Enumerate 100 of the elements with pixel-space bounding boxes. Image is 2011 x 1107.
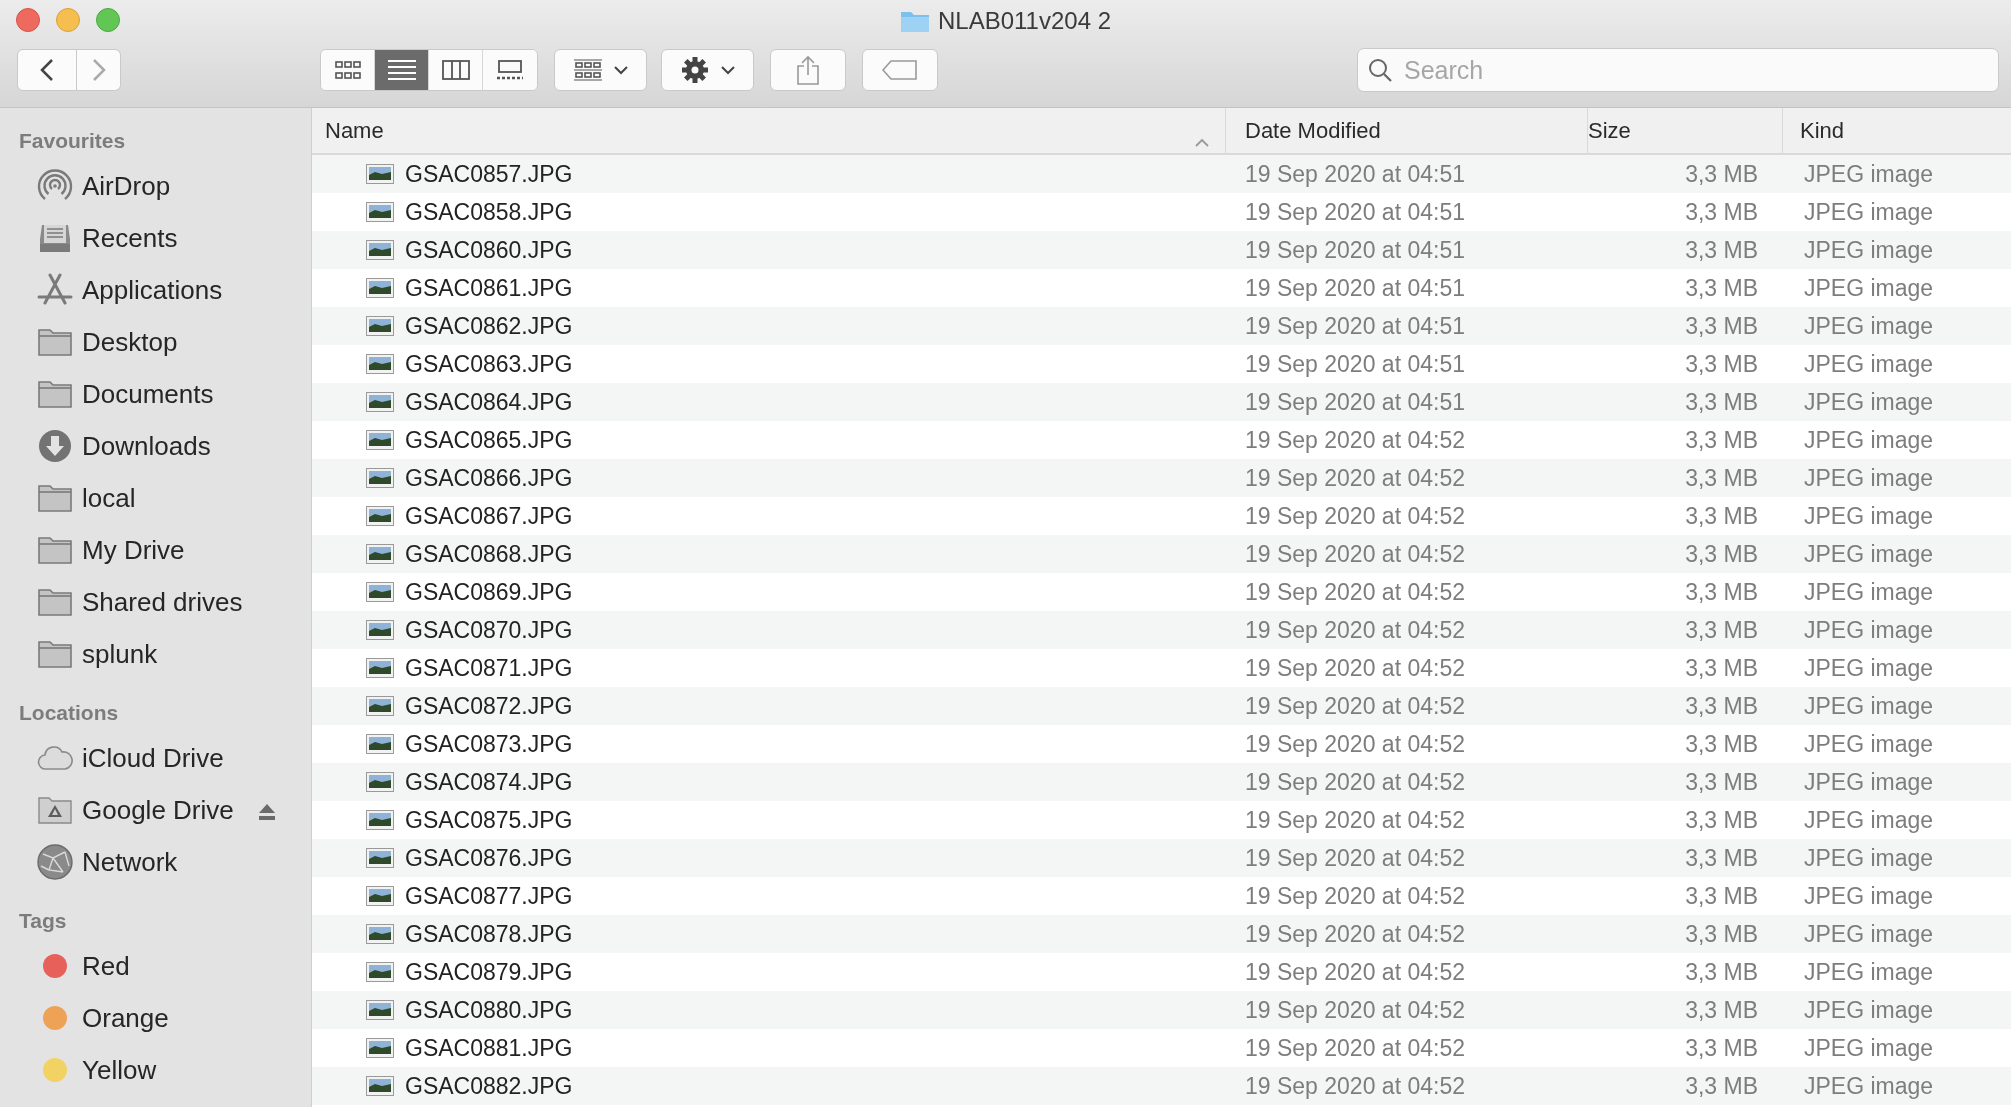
column-header[interactable]: Size	[1588, 108, 1783, 153]
chevron-left-icon	[40, 58, 54, 82]
file-name[interactable]: GSAC0879.JPG	[405, 954, 573, 990]
search-field[interactable]: Search	[1357, 48, 1999, 92]
file-name[interactable]: GSAC0862.JPG	[405, 308, 573, 344]
column-header[interactable]: Kind	[1783, 108, 2011, 153]
sort-caret-icon[interactable]	[1195, 137, 1209, 147]
folder-icon	[38, 328, 72, 356]
table-cell-text: JPEG image	[1804, 1033, 1934, 1063]
file-name[interactable]: GSAC0869.JPG	[405, 574, 573, 610]
file-name[interactable]: GSAC0870.JPG	[405, 612, 573, 648]
file-name[interactable]: GSAC0868.JPG	[405, 536, 573, 572]
image-file-icon	[366, 354, 394, 374]
eject-icon[interactable]	[257, 802, 276, 821]
sidebar-item[interactable]: Network	[82, 842, 178, 882]
file-name[interactable]: GSAC0861.JPG	[405, 270, 573, 306]
group-button[interactable]	[554, 49, 647, 91]
table-cell-text: 3,3 MB	[1685, 919, 1758, 949]
table-cell-text: 19 Sep 2020 at 04:52	[1245, 425, 1465, 455]
table-cell-text: 19 Sep 2020 at 04:52	[1245, 539, 1465, 569]
table-cell-text: 19 Sep 2020 at 04:51	[1245, 159, 1465, 189]
tray-icon	[38, 222, 72, 254]
table-cell-text: JPEG image	[1804, 767, 1934, 797]
table-cell-text: 19 Sep 2020 at 04:52	[1245, 957, 1465, 987]
image-file-icon	[366, 506, 394, 526]
file-name[interactable]: GSAC0858.JPG	[405, 194, 573, 230]
table-cell-text: 19 Sep 2020 at 04:52	[1245, 843, 1465, 873]
file-name[interactable]: GSAC0875.JPG	[405, 802, 573, 838]
folder-icon	[38, 640, 72, 668]
file-name[interactable]: GSAC0874.JPG	[405, 764, 573, 800]
file-name[interactable]: GSAC0864.JPG	[405, 384, 573, 420]
table-cell-text: 3,3 MB	[1685, 615, 1758, 645]
sidebar-item[interactable]: Orange	[82, 998, 169, 1038]
tag-icon	[882, 60, 918, 80]
table-cell-text: JPEG image	[1804, 501, 1934, 531]
sidebar-item[interactable]: Recents	[82, 218, 178, 258]
table-cell-text: JPEG image	[1804, 425, 1934, 455]
file-name[interactable]: GSAC0876.JPG	[405, 840, 573, 876]
table-cell-text: JPEG image	[1804, 197, 1934, 227]
close-button[interactable]	[16, 8, 40, 32]
sidebar-item[interactable]: AirDrop	[82, 166, 171, 206]
table-cell-text: 19 Sep 2020 at 04:51	[1245, 273, 1465, 303]
sidebar-item[interactable]: My Drive	[82, 530, 185, 570]
action-button[interactable]	[661, 49, 754, 91]
file-name[interactable]: GSAC0881.JPG	[405, 1030, 573, 1066]
sidebar-item[interactable]: Yellow	[82, 1050, 157, 1090]
table-cell-text: 3,3 MB	[1685, 349, 1758, 379]
back-button[interactable]	[17, 49, 77, 91]
sidebar-item[interactable]: Shared drives	[82, 582, 243, 622]
view-button[interactable]	[375, 50, 429, 90]
icon-view-icon	[334, 61, 361, 79]
file-name[interactable]: GSAC0873.JPG	[405, 726, 573, 762]
sidebar-item[interactable]: iCloud Drive	[82, 738, 224, 778]
table-cell-text: 3,3 MB	[1685, 539, 1758, 569]
sidebar-item[interactable]: Documents	[82, 374, 214, 414]
table-cell-text: JPEG image	[1804, 653, 1934, 683]
table-cell-text: 3,3 MB	[1685, 577, 1758, 607]
file-name[interactable]: GSAC0878.JPG	[405, 916, 573, 952]
sidebar-item[interactable]: Applications	[82, 270, 223, 310]
sidebar-item[interactable]: Google Drive	[82, 790, 234, 830]
file-name[interactable]: GSAC0865.JPG	[405, 422, 573, 458]
image-file-icon	[366, 240, 394, 260]
image-file-icon	[366, 544, 394, 564]
file-name[interactable]: GSAC0863.JPG	[405, 346, 573, 382]
window-title: NLAB011v204 2	[938, 6, 1111, 36]
table-cell-text: 19 Sep 2020 at 04:51	[1245, 387, 1465, 417]
column-header[interactable]: Date Modified	[1226, 108, 1588, 153]
table-cell-text: 19 Sep 2020 at 04:51	[1245, 311, 1465, 341]
sidebar-item[interactable]: local	[82, 478, 136, 518]
image-file-icon	[366, 316, 394, 336]
file-name[interactable]: GSAC0880.JPG	[405, 992, 573, 1028]
file-name[interactable]: GSAC0866.JPG	[405, 460, 573, 496]
view-switcher[interactable]	[320, 49, 538, 91]
file-name[interactable]: GSAC0857.JPG	[405, 156, 573, 192]
image-file-icon	[366, 658, 394, 678]
folder-icon	[900, 9, 930, 33]
table-cell-text: 19 Sep 2020 at 04:52	[1245, 463, 1465, 493]
download-icon	[38, 429, 72, 463]
chevron-down-icon	[613, 65, 628, 75]
view-button[interactable]	[321, 50, 375, 90]
file-name[interactable]: GSAC0872.JPG	[405, 688, 573, 724]
file-name[interactable]: GSAC0882.JPG	[405, 1068, 573, 1104]
column-header[interactable]: Name	[312, 108, 1226, 153]
file-name[interactable]: GSAC0877.JPG	[405, 878, 573, 914]
folder-icon	[38, 536, 72, 564]
forward-button[interactable]	[77, 49, 121, 91]
file-name[interactable]: GSAC0867.JPG	[405, 498, 573, 534]
table-cell-text: JPEG image	[1804, 159, 1934, 189]
table-cell-text: 3,3 MB	[1685, 273, 1758, 303]
sidebar-item[interactable]: Downloads	[82, 426, 211, 466]
sidebar-item[interactable]: splunk	[82, 634, 158, 674]
section-heading: Tags	[18, 908, 68, 935]
sidebar-item[interactable]: Red	[82, 946, 130, 986]
table-cell-text: 3,3 MB	[1685, 653, 1758, 683]
airdrop-icon	[37, 169, 73, 203]
file-name[interactable]: GSAC0871.JPG	[405, 650, 573, 686]
zoom-button[interactable]	[96, 8, 120, 32]
sidebar-item[interactable]: Desktop	[82, 322, 178, 362]
gallery-view-icon	[496, 60, 524, 80]
file-name[interactable]: GSAC0860.JPG	[405, 232, 573, 268]
